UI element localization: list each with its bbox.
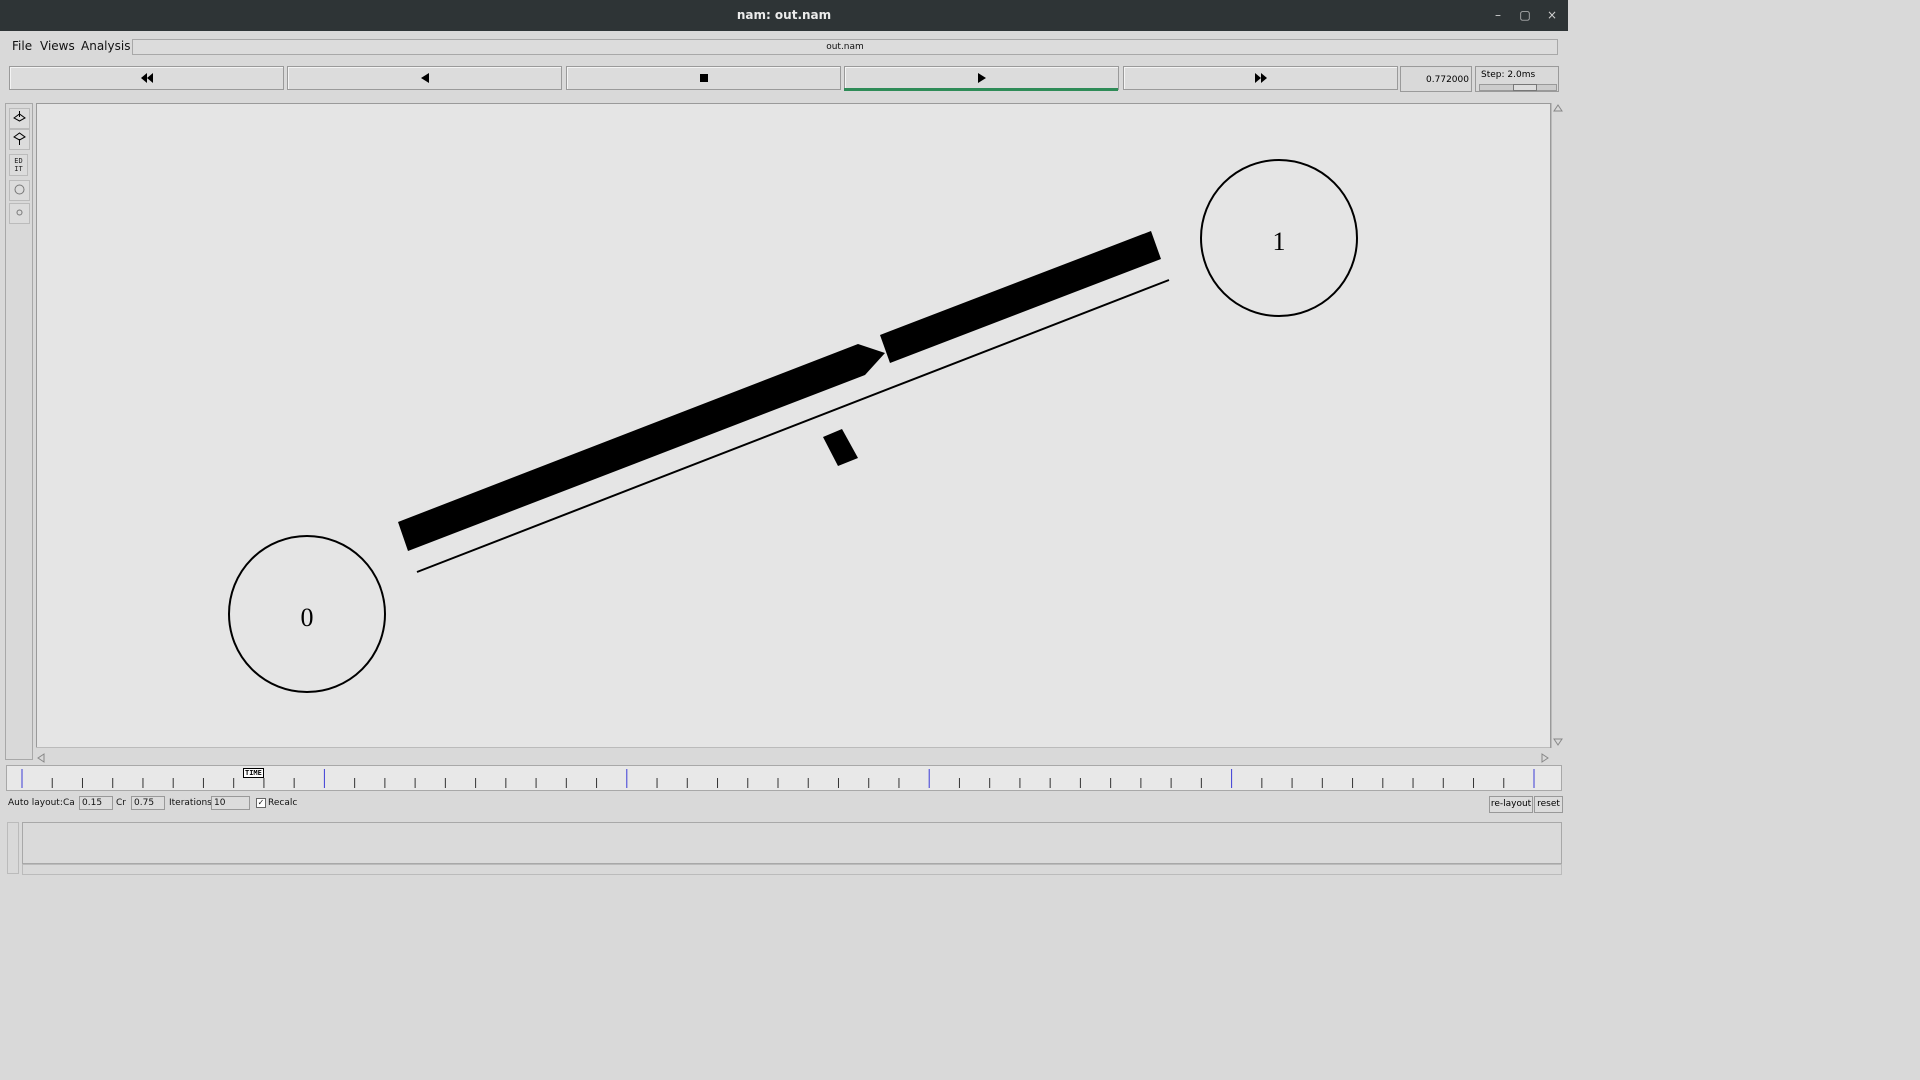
title-bar: nam: out.nam – ▢ × xyxy=(0,0,1568,31)
recalc-label: Recalc xyxy=(268,798,298,808)
ca-input[interactable]: 0.15 xyxy=(79,796,113,810)
edit-button[interactable]: ED IT xyxy=(9,154,28,176)
tool-palette: ED IT xyxy=(5,103,33,760)
annotation-panel[interactable] xyxy=(22,822,1562,864)
menu-analysis[interactable]: Analysis xyxy=(81,39,130,53)
window-title: nam: out.nam xyxy=(736,8,832,22)
menu-views[interactable]: Views xyxy=(40,39,75,53)
close-button[interactable]: × xyxy=(1544,7,1560,23)
timeline-ticks xyxy=(21,769,1535,788)
canvas-vertical-scrollbar[interactable] xyxy=(1551,103,1564,748)
packet-stream xyxy=(398,344,885,551)
minimize-button[interactable]: – xyxy=(1490,7,1506,23)
reset-button[interactable]: reset xyxy=(1534,796,1563,813)
canvas-horizontal-scrollbar[interactable] xyxy=(36,747,1550,763)
log-vertical-scrollbar[interactable] xyxy=(7,822,19,874)
recalc-checkbox[interactable]: ✓ xyxy=(256,798,266,808)
iterations-label: Iterations xyxy=(169,798,212,808)
relayout-button[interactable]: re-layout xyxy=(1489,796,1533,813)
cr-input[interactable]: 0.75 xyxy=(131,796,165,810)
auto-layout-label: Auto layout: xyxy=(8,798,63,808)
step-back-button[interactable] xyxy=(287,66,562,90)
current-time: 0.772000 xyxy=(1400,66,1472,92)
fast-forward-icon xyxy=(1254,73,1267,83)
node-1-label: 1 xyxy=(1273,227,1286,256)
zoom-in-icon[interactable] xyxy=(9,108,30,129)
step-slider-handle[interactable] xyxy=(1513,84,1537,91)
rewind-icon xyxy=(140,73,153,83)
link-0-1[interactable] xyxy=(416,279,1170,573)
fast-forward-button[interactable] xyxy=(1123,66,1398,90)
node-large-icon[interactable] xyxy=(9,180,30,201)
step-control: Step: 2.0ms xyxy=(1475,66,1559,92)
ca-label: Ca xyxy=(63,798,75,808)
cr-label: Cr xyxy=(116,798,126,808)
dropped-packet xyxy=(823,429,858,466)
play-button[interactable] xyxy=(844,66,1119,90)
zoom-out-icon[interactable] xyxy=(9,129,30,150)
play-active-indicator xyxy=(844,88,1118,91)
rewind-button[interactable] xyxy=(9,66,284,90)
step-slider[interactable] xyxy=(1479,84,1557,91)
packet-stream-head xyxy=(880,231,1161,363)
network-canvas[interactable]: 0 1 xyxy=(36,103,1551,748)
step-back-icon xyxy=(420,73,429,83)
stop-button[interactable] xyxy=(566,66,841,90)
node-small-icon[interactable] xyxy=(9,203,30,224)
timeline-slider[interactable]: TIME xyxy=(6,765,1562,791)
stop-icon xyxy=(699,74,708,82)
auto-layout-bar: Auto layout: Ca 0.15 Cr 0.75 Iterations … xyxy=(0,795,1568,813)
log-horizontal-scrollbar[interactable] xyxy=(22,864,1562,875)
maximize-button[interactable]: ▢ xyxy=(1517,7,1533,23)
play-icon xyxy=(977,73,986,83)
network-graph: 0 1 xyxy=(228,159,1358,693)
iterations-input[interactable]: 10 xyxy=(211,796,250,810)
node-0-label: 0 xyxy=(301,603,314,632)
menu-file[interactable]: File xyxy=(12,39,32,53)
time-marker[interactable]: TIME xyxy=(243,768,264,778)
step-label: Step: 2.0ms xyxy=(1481,70,1536,80)
file-name-field: out.nam xyxy=(132,39,1558,55)
